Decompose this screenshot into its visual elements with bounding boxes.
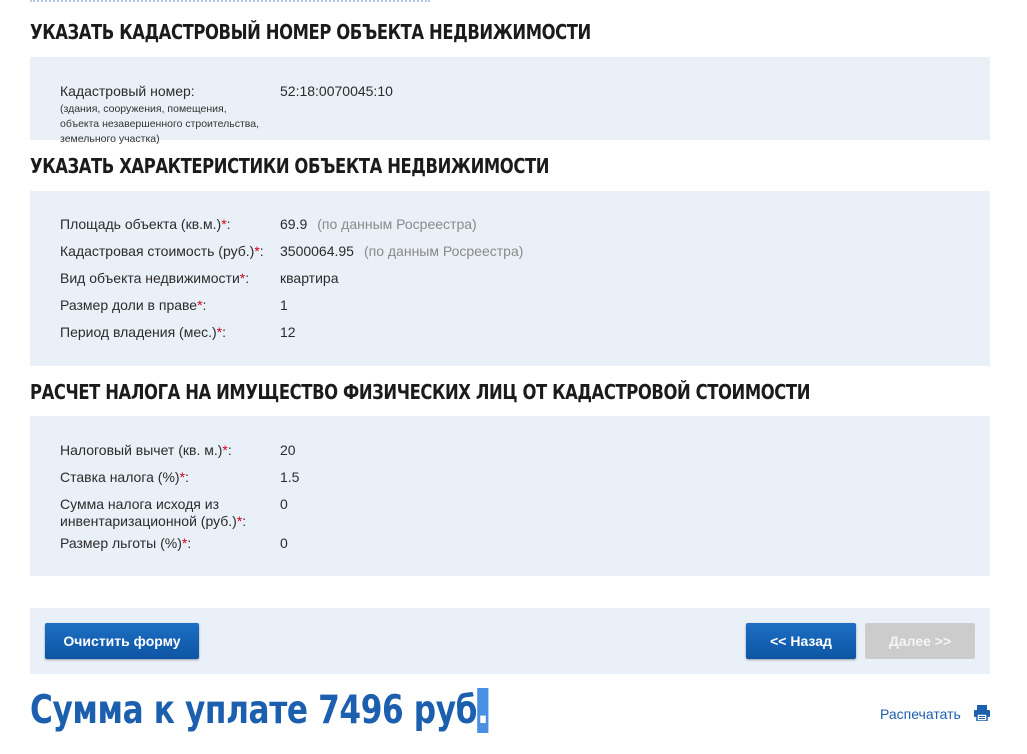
colon: : — [187, 535, 192, 551]
cost-value: 3500064.95 — [280, 243, 354, 259]
colon: : — [226, 216, 231, 232]
cost-note: (по данным Росреестра) — [363, 243, 524, 259]
cadastral-panel: Кадастровый номер: (здания, сооружения, … — [30, 57, 990, 145]
benefit-value: 0 — [280, 535, 288, 551]
section-title-tax: РАСЧЕТ НАЛОГА НА ИМУЩЕСТВО ФИЗИЧЕСКИХ ЛИ… — [30, 380, 811, 404]
print-link[interactable]: Распечатать — [880, 706, 961, 722]
total-amount: Сумма к уплате 7496 руб. — [30, 688, 489, 733]
colon: : — [259, 243, 264, 259]
inventory-value: 0 — [280, 496, 288, 512]
characteristics-panel: Площадь объекта (кв.м.)*: 69.9 (по данным… — [30, 191, 990, 366]
next-button[interactable]: Далее >> — [865, 623, 975, 659]
period-value: 12 — [280, 324, 296, 340]
clear-form-button[interactable]: Очистить форму — [45, 623, 199, 659]
cadastral-sub1: (здания, сооружения, помещения, — [60, 103, 227, 115]
cadastral-label: Кадастровый номер: — [60, 83, 195, 99]
back-button[interactable]: << Назад — [746, 623, 856, 659]
colon: : — [242, 513, 247, 529]
inventory-label-line1: Сумма налога исходя из — [60, 496, 220, 512]
text-cursor: . — [477, 688, 489, 733]
cadastral-label-block: Кадастровый номер: (здания, сооружения, … — [60, 83, 290, 147]
type-label: Вид объекта недвижимости — [60, 270, 240, 286]
colon: : — [222, 324, 227, 340]
tax-panel: Налоговый вычет (кв. м.)*: 20 Ставка нал… — [30, 416, 990, 576]
cadastral-number-value: 52:18:0070045:10 — [280, 83, 393, 99]
colon: : — [245, 270, 250, 286]
area-value: 69.9 — [280, 216, 308, 232]
benefit-label: Размер льготы (%) — [60, 535, 182, 551]
area-label: Площадь объекта (кв.м.) — [60, 216, 222, 232]
printer-icon[interactable] — [973, 705, 991, 721]
cadastral-sub3: земельного участка) — [60, 133, 160, 145]
deduction-label: Налоговый вычет (кв. м.) — [60, 442, 223, 458]
top-link-fragment — [30, 0, 430, 6]
area-note: (по данным Росреестра) — [317, 216, 477, 232]
deduction-value: 20 — [280, 442, 296, 458]
total-text: Сумма к уплате 7496 руб — [30, 688, 478, 733]
section-title-cadastral: УКАЗАТЬ КАДАСТРОВЫЙ НОМЕР ОБЪЕКТА НЕДВИЖ… — [30, 20, 591, 44]
colon: : — [227, 442, 232, 458]
colon: : — [202, 297, 207, 313]
share-value: 1 — [280, 297, 288, 313]
period-label: Период владения (мес.) — [60, 324, 217, 340]
cost-label: Кадастровая стоимость (руб.) — [60, 243, 255, 259]
rate-label: Ставка налога (%) — [60, 469, 180, 485]
rate-value: 1.5 — [280, 469, 300, 485]
section-title-characteristics: УКАЗАТЬ ХАРАКТЕРИСТИКИ ОБЪЕКТА НЕДВИЖИМО… — [30, 154, 550, 178]
inventory-label-line2: инвентаризационной (руб.) — [60, 513, 237, 529]
buttons-panel: Очистить форму << Назад Далее >> — [30, 608, 990, 674]
type-value: квартира — [280, 270, 339, 286]
cadastral-sub2: объекта незавершенного строительства, — [60, 118, 259, 130]
share-label: Размер доли в праве — [60, 297, 198, 313]
colon: : — [185, 469, 189, 485]
